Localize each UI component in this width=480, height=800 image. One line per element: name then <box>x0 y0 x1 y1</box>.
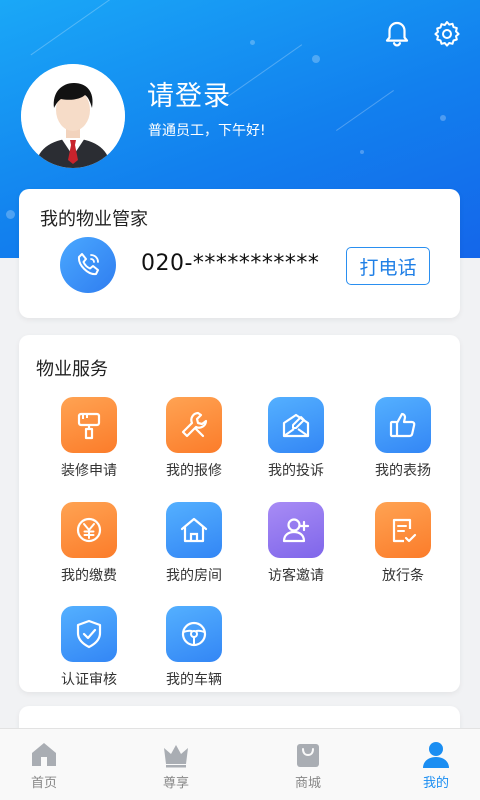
envelope-edit-icon <box>268 397 324 453</box>
property-services-card: 物业服务 装修申请 我的报修 我的投诉 我的表扬 我的缴费 我的房间 访客邀请 … <box>19 335 460 692</box>
service-my-praise[interactable]: 我的表扬 <box>353 397 453 489</box>
service-my-rooms[interactable]: 我的房间 <box>144 502 244 594</box>
pass-note-icon <box>375 502 431 558</box>
service-label: 装修申请 <box>61 463 117 479</box>
decor-streak <box>30 0 130 56</box>
service-label: 我的房间 <box>166 568 222 584</box>
tab-label: 首页 <box>30 776 57 791</box>
service-my-complaints[interactable]: 我的投诉 <box>246 397 346 489</box>
home-icon <box>32 743 56 766</box>
service-label: 我的缴费 <box>61 568 117 584</box>
service-label: 访客邀请 <box>268 568 324 584</box>
manager-phone-number: 020-*********** <box>141 251 320 276</box>
service-my-payments[interactable]: 我的缴费 <box>39 502 139 594</box>
house-icon <box>166 502 222 558</box>
section-title: 物业服务 <box>36 359 108 380</box>
service-label: 我的表扬 <box>375 463 431 479</box>
card-title: 我的物业管家 <box>40 209 148 230</box>
tab-premium[interactable]: 尊享 <box>116 729 236 800</box>
bell-icon[interactable] <box>381 18 413 50</box>
service-label: 我的车辆 <box>166 672 222 688</box>
service-decoration-apply[interactable]: 装修申请 <box>39 397 139 489</box>
thumbs-up-icon <box>375 397 431 453</box>
decor-streak <box>336 90 394 131</box>
steering-wheel-icon <box>166 606 222 662</box>
service-my-vehicles[interactable]: 我的车辆 <box>144 606 244 698</box>
service-label: 我的报修 <box>166 463 222 479</box>
paint-brush-icon <box>61 397 117 453</box>
shield-check-icon <box>61 606 117 662</box>
decor-dot <box>440 115 446 121</box>
service-label: 我的投诉 <box>268 463 324 479</box>
service-visitor-invite[interactable]: 访客邀请 <box>246 502 346 594</box>
greeting-text: 普通员工，下午好! <box>148 123 266 139</box>
service-label: 放行条 <box>382 568 424 584</box>
wrench-icon <box>166 397 222 453</box>
tab-label: 商城 <box>294 776 321 791</box>
yuan-payment-icon <box>61 502 117 558</box>
tab-label: 尊享 <box>162 776 189 791</box>
tab-mine[interactable]: 我的 <box>376 729 480 800</box>
businessman-avatar-icon <box>21 64 125 168</box>
service-label: 认证审核 <box>61 672 117 688</box>
tab-label: 我的 <box>422 776 449 791</box>
service-verification-review[interactable]: 认证审核 <box>39 606 139 698</box>
property-manager-card: 我的物业管家 020-*********** 打电话 <box>19 189 460 318</box>
service-pass-note[interactable]: 放行条 <box>353 502 453 594</box>
phone-icon <box>60 237 116 293</box>
person-icon <box>423 742 449 768</box>
decor-dot <box>360 150 364 154</box>
login-prompt[interactable]: 请登录 <box>147 74 231 113</box>
add-user-icon <box>268 502 324 558</box>
shopping-bag-icon <box>297 744 319 767</box>
gear-icon[interactable] <box>431 18 463 50</box>
crown-icon <box>164 745 188 768</box>
decor-dot <box>250 40 255 45</box>
bottom-tab-bar: 首页 尊享 商城 我的 <box>0 728 480 800</box>
avatar[interactable] <box>21 64 125 168</box>
service-my-repairs[interactable]: 我的报修 <box>144 397 244 489</box>
decor-streak <box>227 44 303 97</box>
call-button[interactable]: 打电话 <box>346 247 430 285</box>
tab-mall[interactable]: 商城 <box>248 729 368 800</box>
tab-home[interactable]: 首页 <box>0 729 104 800</box>
decor-dot <box>312 55 320 63</box>
decor-dot <box>6 210 15 219</box>
